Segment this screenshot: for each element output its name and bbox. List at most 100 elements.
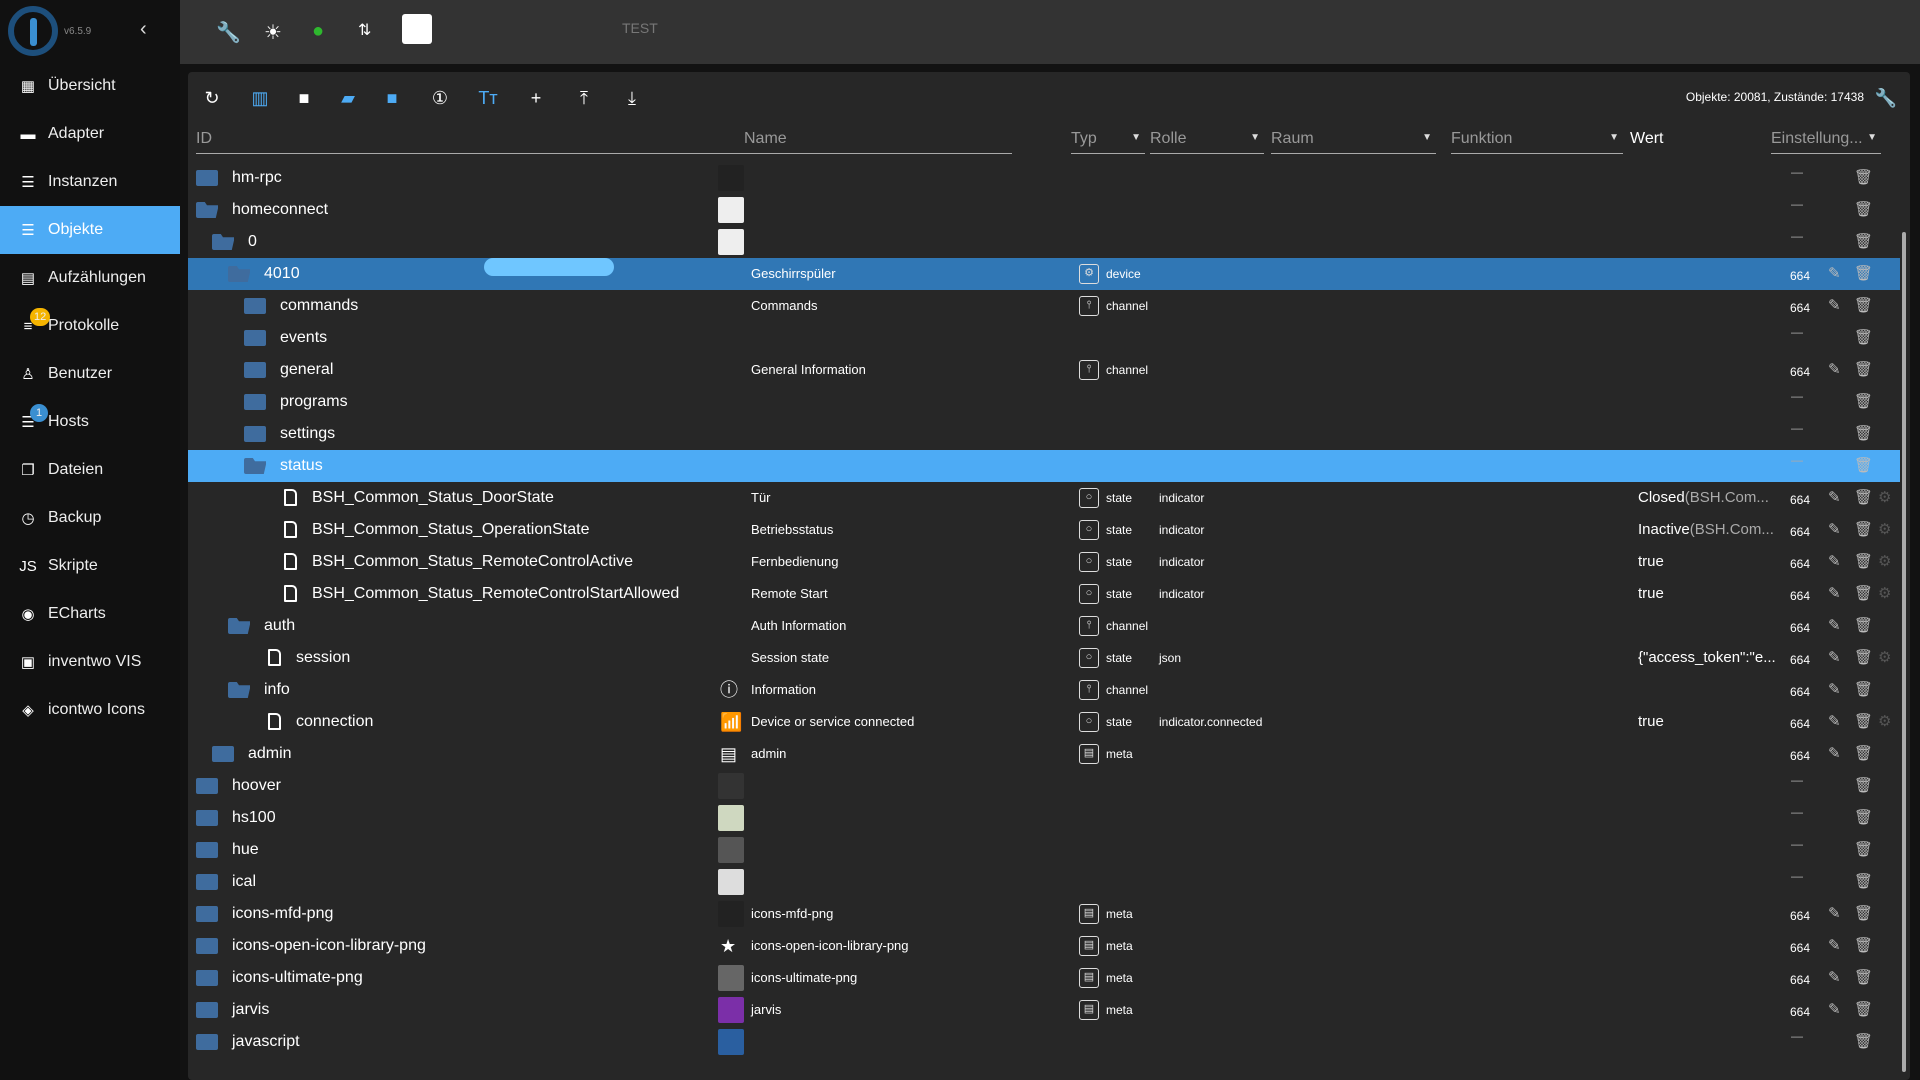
delete-icon[interactable]: 🗑 xyxy=(1854,770,1873,802)
object-row[interactable]: status — 🗑 xyxy=(188,450,1900,482)
delete-icon[interactable]: 🗑 xyxy=(1854,226,1873,258)
edit-icon[interactable]: ✎ xyxy=(1828,546,1841,578)
object-row[interactable]: commands Commands ⫯ channel 664 ✎ 🗑 xyxy=(188,290,1900,322)
folder-icon[interactable] xyxy=(244,330,266,346)
folder-icon[interactable] xyxy=(212,746,234,762)
text-size-icon[interactable]: Tт xyxy=(476,88,500,109)
function-column-filter[interactable]: Funktion ▼ xyxy=(1451,124,1623,154)
wrench-icon[interactable]: 🔧 xyxy=(216,20,241,45)
delete-icon[interactable]: 🗑 xyxy=(1854,898,1873,930)
folder-icon[interactable] xyxy=(196,906,218,922)
type-column-filter[interactable]: Typ ▼ xyxy=(1071,124,1145,154)
object-value[interactable]: {"access_token":"e... xyxy=(1638,642,1776,674)
delete-icon[interactable]: 🗑 xyxy=(1854,354,1873,386)
delete-icon[interactable]: 🗑 xyxy=(1854,546,1873,578)
folder-icon[interactable] xyxy=(196,778,218,794)
delete-icon[interactable]: 🗑 xyxy=(1854,802,1873,834)
expand-one-icon[interactable]: ▰ xyxy=(336,88,360,109)
object-row[interactable]: 4010 Geschirrspüler ⚙ device 664 ✎ 🗑 xyxy=(188,258,1900,290)
folder-icon[interactable] xyxy=(244,362,266,378)
object-row[interactable]: jarvis jarvis ▤ meta 664 ✎ 🗑 xyxy=(188,994,1900,1026)
delete-icon[interactable]: 🗑 xyxy=(1854,610,1873,642)
folder-icon[interactable] xyxy=(196,874,218,890)
delete-icon[interactable]: 🗑 xyxy=(1854,642,1873,674)
delete-icon[interactable]: 🗑 xyxy=(1854,738,1873,770)
folder-open-icon[interactable] xyxy=(196,202,218,218)
delete-icon[interactable]: 🗑 xyxy=(1854,1026,1873,1058)
delete-icon[interactable]: 🗑 xyxy=(1854,514,1873,546)
collapse-all-icon[interactable]: ■ xyxy=(292,88,316,109)
theme-toggle-icon[interactable]: ☀ xyxy=(264,20,282,45)
edit-icon[interactable]: ✎ xyxy=(1828,930,1841,962)
sidebar-item--bersicht[interactable]: ▦ Übersicht xyxy=(0,62,180,110)
sidebar-item-aufz-hlungen[interactable]: ▤ Aufzählungen xyxy=(0,254,180,302)
delete-icon[interactable]: 🗑 xyxy=(1854,322,1873,354)
folder-open-icon[interactable] xyxy=(228,618,250,634)
delete-icon[interactable]: 🗑 xyxy=(1854,962,1873,994)
gear-icon[interactable]: ⚙ xyxy=(1878,482,1891,514)
folder-icon[interactable] xyxy=(244,394,266,410)
object-row[interactable]: admin ▤ admin ▤ meta 664 ✎ 🗑 xyxy=(188,738,1900,770)
object-row[interactable]: BSH_Common_Status_RemoteControlActive Fer… xyxy=(188,546,1900,578)
host-logo-icon[interactable] xyxy=(402,14,432,44)
delete-icon[interactable]: 🗑 xyxy=(1854,162,1873,194)
expert-mode-icon[interactable]: ● xyxy=(312,20,324,43)
folder-icon[interactable] xyxy=(196,170,218,186)
edit-icon[interactable]: ✎ xyxy=(1828,994,1841,1026)
object-row[interactable]: BSH_Common_Status_RemoteControlStartAllo… xyxy=(188,578,1900,610)
sidebar-item-protokolle[interactable]: ≡ Protokolle 12 xyxy=(0,302,180,350)
edit-icon[interactable]: ✎ xyxy=(1828,514,1841,546)
scrollbar[interactable] xyxy=(1902,232,1906,1072)
upload-icon[interactable]: ⤒ xyxy=(572,88,596,109)
settings-wrench-icon[interactable]: 🔧 xyxy=(1874,88,1898,109)
object-row[interactable]: icons-mfd-png icons-mfd-png ▤ meta 664 ✎ 🗑 xyxy=(188,898,1900,930)
sidebar-item-dateien[interactable]: ❐ Dateien xyxy=(0,446,180,494)
iobroker-logo[interactable] xyxy=(8,6,58,56)
object-row[interactable]: auth Auth Information ⫯ channel 664 ✎ 🗑 xyxy=(188,610,1900,642)
object-row[interactable]: 0 — 🗑 xyxy=(188,226,1900,258)
settings-column-filter[interactable]: Einstellung... ▼ xyxy=(1771,124,1881,154)
collapse-sidebar-button[interactable]: ‹ xyxy=(140,18,147,41)
folder-icon[interactable] xyxy=(196,970,218,986)
folder-icon[interactable] xyxy=(244,298,266,314)
folder-icon[interactable] xyxy=(196,810,218,826)
object-row[interactable]: session Session state ○ state json {"access_t… xyxy=(188,642,1900,674)
name-column-filter[interactable]: Name xyxy=(744,124,1012,154)
sidebar-item-adapter[interactable]: ▬ Adapter xyxy=(0,110,180,158)
add-icon[interactable]: + xyxy=(524,88,548,109)
gear-icon[interactable]: ⚙ xyxy=(1878,514,1891,546)
edit-icon[interactable]: ✎ xyxy=(1828,578,1841,610)
edit-icon[interactable]: ✎ xyxy=(1828,898,1841,930)
folder-icon[interactable] xyxy=(196,1034,218,1050)
edit-icon[interactable]: ✎ xyxy=(1828,482,1841,514)
edit-icon[interactable]: ✎ xyxy=(1828,642,1841,674)
edit-icon[interactable]: ✎ xyxy=(1828,290,1841,322)
refresh-icon[interactable]: ↻ xyxy=(200,88,224,109)
object-row[interactable]: BSH_Common_Status_OperationState Betriebs… xyxy=(188,514,1900,546)
edit-icon[interactable]: ✎ xyxy=(1828,674,1841,706)
room-column-filter[interactable]: Raum ▼ xyxy=(1271,124,1436,154)
object-row[interactable]: hoover — 🗑 xyxy=(188,770,1900,802)
object-value[interactable]: true xyxy=(1638,546,1664,578)
folder-icon[interactable] xyxy=(196,1002,218,1018)
object-row[interactable]: BSH_Common_Status_DoorState Tür ○ state indi… xyxy=(188,482,1900,514)
edit-icon[interactable]: ✎ xyxy=(1828,610,1841,642)
delete-icon[interactable]: 🗑 xyxy=(1854,194,1873,226)
delete-icon[interactable]: 🗑 xyxy=(1854,834,1873,866)
delete-icon[interactable]: 🗑 xyxy=(1854,290,1873,322)
folder-icon[interactable] xyxy=(196,842,218,858)
sidebar-item-inventwo-vis[interactable]: ▣ inventwo VIS xyxy=(0,638,180,686)
object-value[interactable]: Inactive(BSH.Com... xyxy=(1638,514,1774,546)
delete-icon[interactable]: 🗑 xyxy=(1854,706,1873,738)
sidebar-item-instanzen[interactable]: ☰ Instanzen xyxy=(0,158,180,206)
object-value[interactable]: true xyxy=(1638,578,1664,610)
delete-icon[interactable]: 🗑 xyxy=(1854,578,1873,610)
sidebar-item-echarts[interactable]: ◉ ECharts xyxy=(0,590,180,638)
object-row[interactable]: hue — 🗑 xyxy=(188,834,1900,866)
folder-icon[interactable] xyxy=(196,938,218,954)
folder-open-icon[interactable] xyxy=(244,458,266,474)
delete-icon[interactable]: 🗑 xyxy=(1854,482,1873,514)
object-row[interactable]: hs100 — 🗑 xyxy=(188,802,1900,834)
object-row[interactable]: programs — 🗑 xyxy=(188,386,1900,418)
object-row[interactable]: settings — 🗑 xyxy=(188,418,1900,450)
